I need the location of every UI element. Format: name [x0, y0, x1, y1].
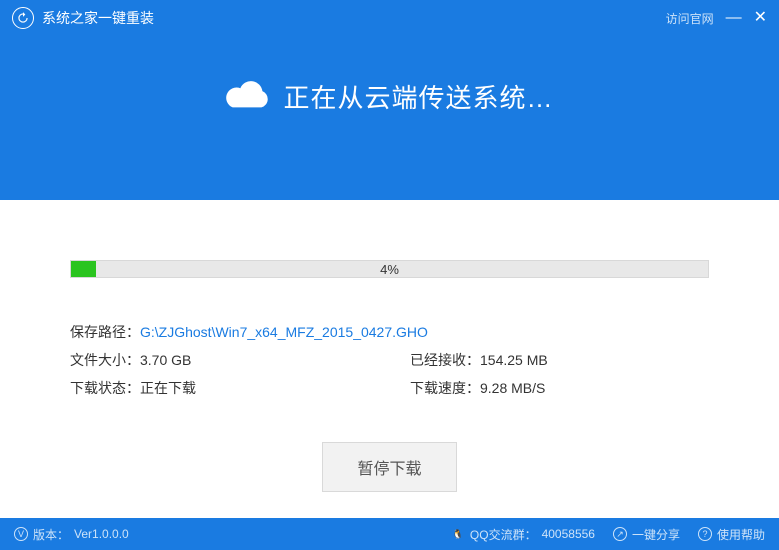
- save-path-link[interactable]: G:\ZJGhost\Win7_x64_MFZ_2015_0427.GHO: [140, 318, 428, 346]
- filesize-value: 3.70 GB: [140, 352, 191, 368]
- app-logo-icon: [12, 7, 34, 29]
- progress-bar: 4%: [70, 260, 709, 278]
- speed-value: 9.28 MB/S: [480, 380, 545, 396]
- path-label: 保存路径：: [70, 318, 140, 346]
- qq-group-link[interactable]: 🐧 QQ交流群：40058556: [451, 526, 595, 543]
- cloud-icon: [225, 78, 271, 115]
- status-label: 下载状态：: [70, 380, 140, 396]
- help-icon: ?: [698, 527, 712, 541]
- hero-text: 正在从云端传送系统…: [283, 78, 553, 115]
- download-details: 保存路径： G:\ZJGhost\Win7_x64_MFZ_2015_0427.…: [70, 318, 709, 402]
- app-title: 系统之家一键重装: [42, 8, 666, 28]
- status-value: 正在下载: [140, 380, 196, 396]
- version-info: V 版本：Ver1.0.0.0: [14, 526, 129, 543]
- close-button[interactable]: ✕: [754, 10, 767, 26]
- header: 系统之家一键重装 访问官网 — ✕ 正在从云端传送系统…: [0, 0, 779, 200]
- share-icon: ↗: [613, 527, 627, 541]
- filesize-label: 文件大小：: [70, 352, 140, 368]
- titlebar: 系统之家一键重装 访问官网 — ✕: [0, 0, 779, 36]
- pause-download-button[interactable]: 暂停下载: [322, 442, 456, 492]
- progress-percent-label: 4%: [71, 261, 708, 279]
- help-link[interactable]: ? 使用帮助: [698, 526, 765, 543]
- received-value: 154.25 MB: [480, 352, 548, 368]
- hero-section: 正在从云端传送系统…: [0, 36, 779, 156]
- version-icon: V: [14, 527, 28, 541]
- footer: V 版本：Ver1.0.0.0 🐧 QQ交流群：40058556 ↗ 一键分享 …: [0, 518, 779, 550]
- share-link[interactable]: ↗ 一键分享: [613, 526, 680, 543]
- qq-icon: 🐧: [451, 527, 465, 541]
- visit-official-link[interactable]: 访问官网: [666, 10, 714, 27]
- received-label: 已经接收：: [410, 352, 480, 368]
- speed-label: 下载速度：: [410, 380, 480, 396]
- content-area: 4% 保存路径： G:\ZJGhost\Win7_x64_MFZ_2015_04…: [0, 200, 779, 492]
- minimize-button[interactable]: —: [726, 10, 742, 26]
